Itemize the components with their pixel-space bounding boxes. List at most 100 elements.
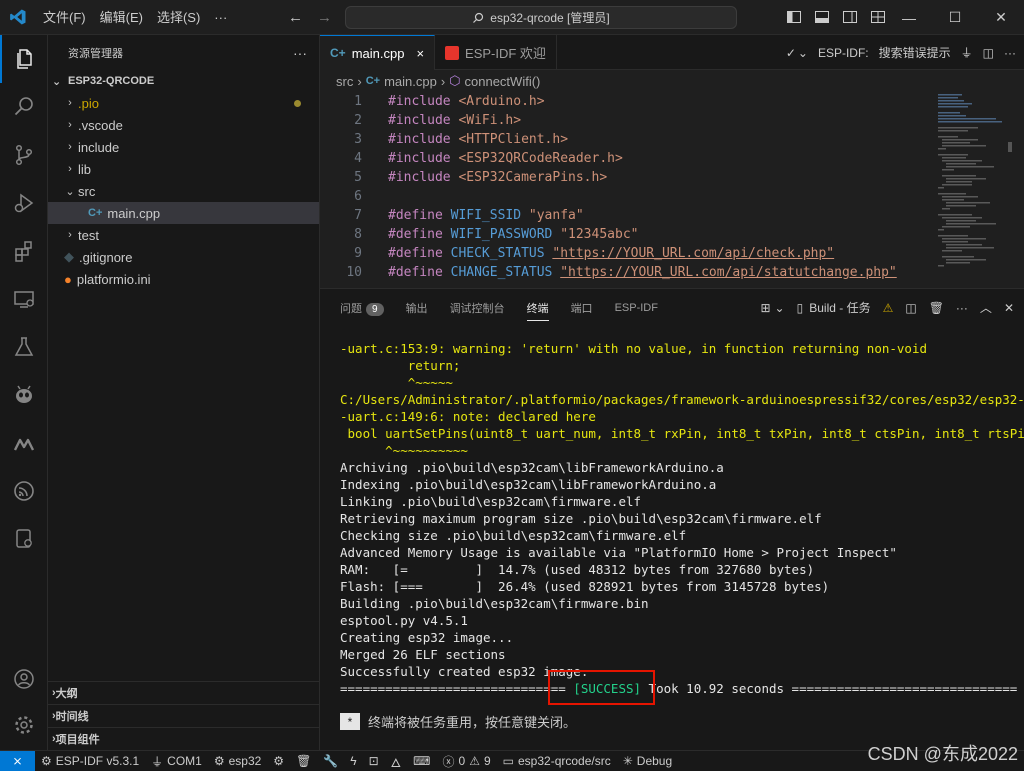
- breadcrumb-symbol[interactable]: connectWifi(): [465, 74, 541, 89]
- macro-value[interactable]: "https://YOUR_URL.com/api/statutchange.p…: [560, 265, 897, 280]
- remote-explorer-icon[interactable]: [0, 275, 48, 323]
- git-file-icon: ◆: [64, 249, 74, 264]
- esp-idf-version[interactable]: ⚙ ESP-IDF v5.3.1: [35, 754, 145, 768]
- close-panel-icon[interactable]: ✕: [1004, 301, 1014, 315]
- tree-item[interactable]: › .pio: [48, 92, 319, 114]
- tree-item[interactable]: › lib: [48, 158, 319, 180]
- search-error-hint-button[interactable]: 搜索错误提示: [879, 44, 951, 61]
- command-center-search[interactable]: esp32-qrcode [管理员]: [345, 6, 737, 29]
- code-line: 1 #include <Arduino.h>: [320, 92, 544, 111]
- source-control-icon[interactable]: [0, 131, 48, 179]
- code-line: 7 #define WIFI_SSID "yanfa": [320, 206, 584, 225]
- task-terminal-label[interactable]: Build - 任务: [809, 299, 870, 316]
- tree-item[interactable]: › .vscode: [48, 114, 319, 136]
- device-manager-icon[interactable]: [0, 515, 48, 563]
- code-text: #define WIFI_PASSWORD "12345abc": [388, 225, 638, 244]
- terminal-line: Building .pio\build\esp32cam\firmware.bi…: [340, 596, 649, 611]
- split-editor-icon[interactable]: ◫: [983, 46, 994, 60]
- problems-indicator[interactable]: ⓧ 0 ⚠ 9: [437, 753, 497, 770]
- serial-port[interactable]: ⏚ COM1: [145, 753, 208, 770]
- run-debug-icon[interactable]: [0, 179, 48, 227]
- code-text: #include <Arduino.h>: [388, 92, 545, 111]
- panel-tab[interactable]: ESP-IDF: [615, 302, 658, 314]
- project-components-section[interactable]: › 项目组件: [48, 727, 320, 750]
- more-actions-icon[interactable]: ···: [1004, 46, 1016, 60]
- clean-trash-icon[interactable]: 🗑: [290, 754, 317, 768]
- terminal-output[interactable]: -uart.c:153:9: warning: 'return' with no…: [340, 340, 1024, 697]
- tree-item-label: include: [78, 139, 120, 155]
- timeline-section[interactable]: › 时间线: [48, 704, 320, 727]
- macro-value[interactable]: "https://YOUR_URL.com/api/check.php": [552, 246, 834, 261]
- explorer-icon[interactable]: [0, 35, 48, 83]
- preprocessor-keyword: #include: [388, 151, 451, 166]
- close-tab-icon[interactable]: ×: [410, 46, 424, 61]
- menu-edit[interactable]: 编辑(E): [93, 0, 150, 35]
- panel-tab[interactable]: 输出: [406, 300, 428, 316]
- tree-item[interactable]: ◆ .gitignore: [48, 246, 319, 268]
- settings-gear-icon[interactable]: [0, 701, 48, 749]
- more-actions-icon[interactable]: ···: [956, 301, 968, 315]
- terminal-prompt-icon[interactable]: ⌨: [407, 754, 436, 768]
- checkmark-icon[interactable]: ✓: [786, 46, 796, 60]
- menu-selection[interactable]: 选择(S): [150, 0, 207, 35]
- panel-tab[interactable]: 调试控制台: [450, 300, 505, 316]
- project-root[interactable]: ⌄ ESP32-QRCODE: [48, 70, 319, 92]
- account-icon[interactable]: [0, 655, 48, 703]
- chevron-down-icon[interactable]: ⌄: [798, 46, 808, 60]
- split-terminal-icon[interactable]: ◫: [905, 301, 916, 315]
- panel-tab[interactable]: 端口: [571, 300, 593, 316]
- code-editor[interactable]: 1 #include <Arduino.h> 2 #include <WiFi.h> 3…: [320, 92, 1024, 288]
- panel-tab-label: 调试控制台: [449, 303, 505, 315]
- toggle-sidebar-icon[interactable]: [786, 9, 802, 25]
- terminal-line: return;: [340, 358, 461, 373]
- menu-file[interactable]: 文件(F): [36, 0, 93, 35]
- minimize-icon[interactable]: —: [886, 0, 932, 35]
- customize-layout-icon[interactable]: [870, 9, 886, 25]
- macro-value: "12345abc": [560, 227, 639, 242]
- menuconfig-gear-icon[interactable]: ⚙: [267, 754, 290, 768]
- extensions-icon[interactable]: [0, 227, 48, 275]
- tree-item[interactable]: › test: [48, 224, 319, 246]
- maximize-icon[interactable]: ☐: [932, 0, 978, 35]
- monitor-icon[interactable]: ⊡: [363, 754, 385, 768]
- platformio-alien-icon[interactable]: [0, 371, 48, 419]
- trash-icon[interactable]: 🗑: [929, 301, 944, 315]
- target-chip[interactable]: ⚙ esp32: [208, 754, 267, 768]
- menu-more[interactable]: ···: [207, 0, 234, 35]
- testing-flask-icon[interactable]: [0, 323, 48, 371]
- explorer-more-icon[interactable]: ···: [293, 45, 307, 61]
- panel-tab[interactable]: 问题 9: [340, 300, 384, 316]
- espressif-icon[interactable]: [0, 467, 48, 515]
- panel-tab[interactable]: 终端: [526, 300, 549, 321]
- new-terminal-split-icon[interactable]: ⊞: [760, 301, 770, 315]
- close-window-icon[interactable]: ✕: [978, 0, 1024, 35]
- debug-indicator[interactable]: ✳ Debug: [617, 754, 678, 768]
- mbed-m-icon[interactable]: [0, 419, 48, 467]
- breadcrumb-src[interactable]: src: [336, 74, 353, 89]
- code-line: 5 #include <ESP32CameraPins.h>: [320, 168, 607, 187]
- minimap[interactable]: [936, 92, 1012, 288]
- plug-icon[interactable]: ⏚: [961, 44, 973, 61]
- forward-arrow-icon[interactable]: →: [317, 0, 332, 35]
- tree-item[interactable]: › include: [48, 136, 319, 158]
- back-arrow-icon[interactable]: ←: [288, 0, 303, 35]
- tab-main-cpp[interactable]: C+ main.cpp ×: [320, 35, 436, 70]
- remote-indicator-icon[interactable]: ⨯: [0, 750, 35, 771]
- tree-item[interactable]: ⌄ src: [48, 180, 319, 202]
- tree-item[interactable]: ● platformio.ini: [48, 268, 319, 290]
- search-sidebar-icon[interactable]: [0, 83, 48, 131]
- chevron-down-icon[interactable]: ⌄: [775, 301, 785, 315]
- flame-icon[interactable]: 🜂: [385, 749, 408, 771]
- tree-item-label: platformio.ini: [76, 271, 151, 287]
- maximize-panel-icon[interactable]: ︿: [980, 299, 992, 316]
- line-number: 10: [346, 265, 362, 280]
- toggle-panel-icon[interactable]: [814, 9, 830, 25]
- flash-bolt-icon[interactable]: ϟ: [344, 754, 362, 768]
- tree-item[interactable]: C+ main.cpp: [48, 202, 319, 224]
- toggle-secondary-sidebar-icon[interactable]: [842, 9, 858, 25]
- breadcrumb-file[interactable]: main.cpp: [384, 74, 437, 89]
- outline-section[interactable]: › 大纲: [48, 681, 320, 704]
- build-wrench-icon[interactable]: 🔧: [317, 754, 344, 768]
- tab-esp-idf-welcome[interactable]: ESP-IDF 欢迎: [435, 35, 557, 70]
- folder-indicator[interactable]: ▭ esp32-qrcode/src: [497, 754, 617, 768]
